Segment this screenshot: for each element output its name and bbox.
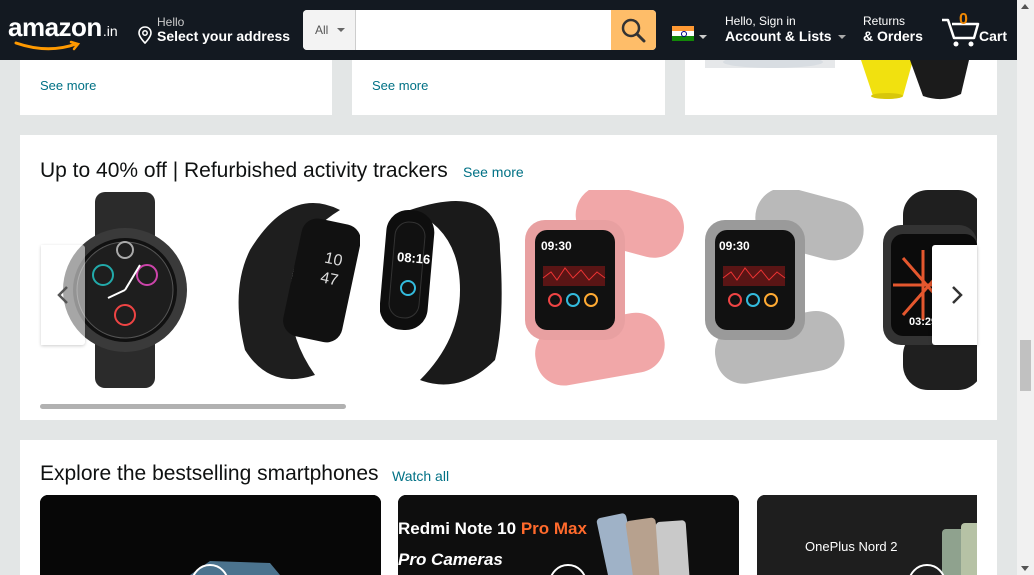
category-card xyxy=(685,60,997,115)
returns-label: Returns xyxy=(863,14,906,28)
banner-title: Redmi Note 10 Pro Max xyxy=(398,519,587,538)
video-banner[interactable]: Redmi Note 10 Pro Max Pro Cameras xyxy=(398,495,739,575)
banner-image xyxy=(757,495,977,575)
chevron-left-icon xyxy=(57,286,68,304)
carousel-scrollbar-thumb[interactable] xyxy=(40,404,346,409)
product-fitness-band[interactable]: 08:16 xyxy=(380,190,520,390)
cart-button[interactable]: 0 Cart xyxy=(940,10,1010,50)
search-category-dropdown[interactable]: All xyxy=(303,10,356,50)
chevron-right-icon xyxy=(952,286,963,304)
see-more-link[interactable]: See more xyxy=(463,164,524,180)
product-fitness-band[interactable]: 10 47 xyxy=(220,190,360,390)
product-smartwatch[interactable]: 09:30 xyxy=(525,190,695,390)
video-banner[interactable]: OnePlus Nord 2 xyxy=(757,495,977,575)
orders-label: & Orders xyxy=(863,28,923,44)
video-banner[interactable] xyxy=(40,495,381,575)
svg-text:09:30: 09:30 xyxy=(541,239,572,253)
logo-text: amazon xyxy=(8,12,102,42)
svg-text:47: 47 xyxy=(319,269,340,289)
page-scrollbar-track xyxy=(1017,0,1034,575)
category-card: See more xyxy=(20,60,332,115)
top-nav-bar: amazon.in Hello Select your address All xyxy=(0,0,1017,60)
search-category-label: All xyxy=(315,23,329,37)
address-greeting: Hello xyxy=(157,15,185,29)
scroll-up-icon[interactable] xyxy=(1021,4,1029,9)
language-chevron-icon[interactable] xyxy=(699,35,707,39)
banner-title: OnePlus Nord 2 xyxy=(805,539,898,554)
address-prompt: Select your address xyxy=(157,28,291,44)
watch-face-text: 10 xyxy=(323,250,344,270)
search-input[interactable] xyxy=(356,10,606,50)
chevron-down-icon xyxy=(337,28,345,32)
watch-all-link[interactable]: Watch all xyxy=(392,468,449,484)
page-scrollbar-thumb[interactable] xyxy=(1020,340,1031,391)
search-bar: All xyxy=(303,10,656,50)
carousel-prev-button[interactable] xyxy=(41,245,85,345)
product-image xyxy=(705,60,969,100)
see-more-link[interactable]: See more xyxy=(40,78,96,93)
svg-text:08:16: 08:16 xyxy=(396,249,430,267)
india-flag-icon[interactable] xyxy=(672,26,694,41)
product-carousel: 10 47 08:16 09:30 09:30 03:29 xyxy=(40,190,977,390)
returns-orders-link[interactable]: Returns & Orders xyxy=(863,14,923,44)
scroll-down-icon[interactable] xyxy=(1021,566,1029,571)
search-button[interactable] xyxy=(611,10,656,50)
cart-count: 0 xyxy=(959,11,968,28)
product-smartwatch[interactable]: 09:30 xyxy=(695,190,865,390)
chevron-down-icon xyxy=(837,35,846,40)
location-pin-icon xyxy=(138,26,152,44)
category-card: See more xyxy=(352,60,665,115)
section-title: Up to 40% off | Refurbished activity tra… xyxy=(40,159,448,182)
account-menu[interactable]: Hello, Sign in Account & Lists xyxy=(725,14,846,44)
account-lists-label: Account & Lists xyxy=(725,28,832,44)
account-greeting: Hello, Sign in xyxy=(725,14,796,28)
carousel-next-button[interactable] xyxy=(932,245,977,345)
see-more-link[interactable]: See more xyxy=(372,78,428,93)
banner-subtitle: Pro Cameras xyxy=(398,550,503,569)
logo-suffix: .in xyxy=(102,23,118,39)
banner-image xyxy=(40,495,381,575)
search-icon xyxy=(621,18,646,43)
svg-text:09:30: 09:30 xyxy=(719,239,750,253)
smile-arrow-icon xyxy=(14,40,81,51)
section-title: Explore the bestselling smartphones xyxy=(40,462,379,485)
amazon-logo[interactable]: amazon.in xyxy=(8,12,118,51)
cart-label: Cart xyxy=(979,28,1008,44)
